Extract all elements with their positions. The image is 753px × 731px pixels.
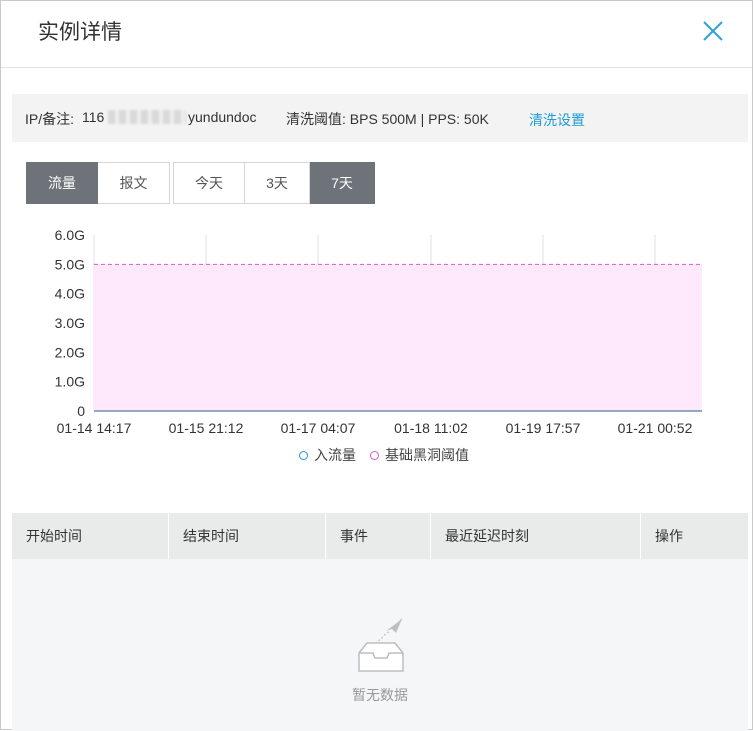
legend-blackhole-marker — [370, 450, 379, 460]
y-tick-label: 6.0G — [55, 227, 85, 243]
metric-tab-group: 流量 报文 — [26, 162, 170, 204]
empty-state-text: 暂无数据 — [352, 687, 408, 703]
close-icon — [703, 21, 723, 41]
y-tick-label: 1.0G — [55, 374, 85, 390]
tab-packets[interactable]: 报文 — [98, 162, 170, 204]
col-event: 事件 — [326, 513, 431, 559]
instance-info-bar: IP/备注: 116 yundundoc 清洗阈值: BPS 500M | PP… — [12, 94, 748, 142]
col-end-time: 结束时间 — [169, 513, 326, 559]
masked-ip — [108, 110, 186, 124]
col-latest-delay: 最近延迟时刻 — [431, 513, 641, 559]
col-actions: 操作 — [655, 528, 683, 544]
chart-legend: 入流量 基础黑洞阈值 — [299, 445, 469, 465]
legend-inbound-label: 入流量 — [314, 447, 356, 463]
clean-threshold: 清洗阈值: BPS 500M | PPS: 50K — [286, 111, 489, 127]
empty-inbox-icon — [358, 618, 404, 672]
legend-blackhole[interactable]: 基础黑洞阈值 — [370, 445, 469, 465]
clean-settings-link[interactable]: 清洗设置 — [529, 110, 585, 130]
x-tick-label: 01-14 14:17 — [57, 420, 132, 436]
traffic-chart: 6.0G 5.0G 4.0G 3.0G 2.0G 1.0G 001-14 14:17 01-1… — [55, 227, 702, 436]
threshold-area — [94, 264, 702, 411]
x-tick-label: 01-19 17:57 — [506, 420, 581, 436]
ip-label: IP/备注: — [25, 111, 75, 127]
ip-prefix: 116 — [82, 109, 105, 125]
tab-7-days[interactable]: 7天 — [310, 162, 375, 204]
y-tick-label: 2.0G — [55, 344, 85, 360]
y-tick-label: 3.0G — [55, 315, 85, 331]
close-button[interactable] — [701, 19, 725, 43]
legend-inbound[interactable]: 入流量 — [299, 445, 356, 465]
range-tab-group: 今天 3天 7天 — [173, 162, 375, 204]
dialog-header: 实例详情 — [1, 1, 752, 68]
y-tick-label: 4.0G — [55, 286, 85, 302]
event-table-header: 开始时间 结束时间 事件 最近延迟时刻 操作 — [12, 513, 748, 559]
tab-3-days[interactable]: 3天 — [245, 162, 310, 204]
instance-detail-dialog: 实例详情 IP/备注: 116 yundundoc 清洗阈值: BPS 500M… — [0, 0, 753, 731]
x-tick-label: 01-17 04:07 — [281, 420, 356, 436]
x-tick-label: 01-15 21:12 — [169, 420, 244, 436]
tab-traffic[interactable]: 流量 — [26, 162, 98, 204]
y-tick-label: 5.0G — [55, 256, 85, 272]
col-start-time: 开始时间 — [12, 513, 169, 559]
dialog-title: 实例详情 — [38, 20, 122, 44]
event-table-body: 暂无数据 — [12, 559, 748, 731]
tab-today[interactable]: 今天 — [173, 162, 245, 204]
y-tick-label: 0 — [77, 403, 85, 419]
legend-blackhole-label: 基础黑洞阈值 — [385, 447, 469, 463]
legend-inbound-marker — [299, 450, 308, 460]
x-tick-label: 01-18 11:02 — [394, 420, 468, 436]
ip-remark: yundundoc — [188, 109, 257, 125]
x-tick-label: 01-21 00:52 — [618, 420, 693, 436]
